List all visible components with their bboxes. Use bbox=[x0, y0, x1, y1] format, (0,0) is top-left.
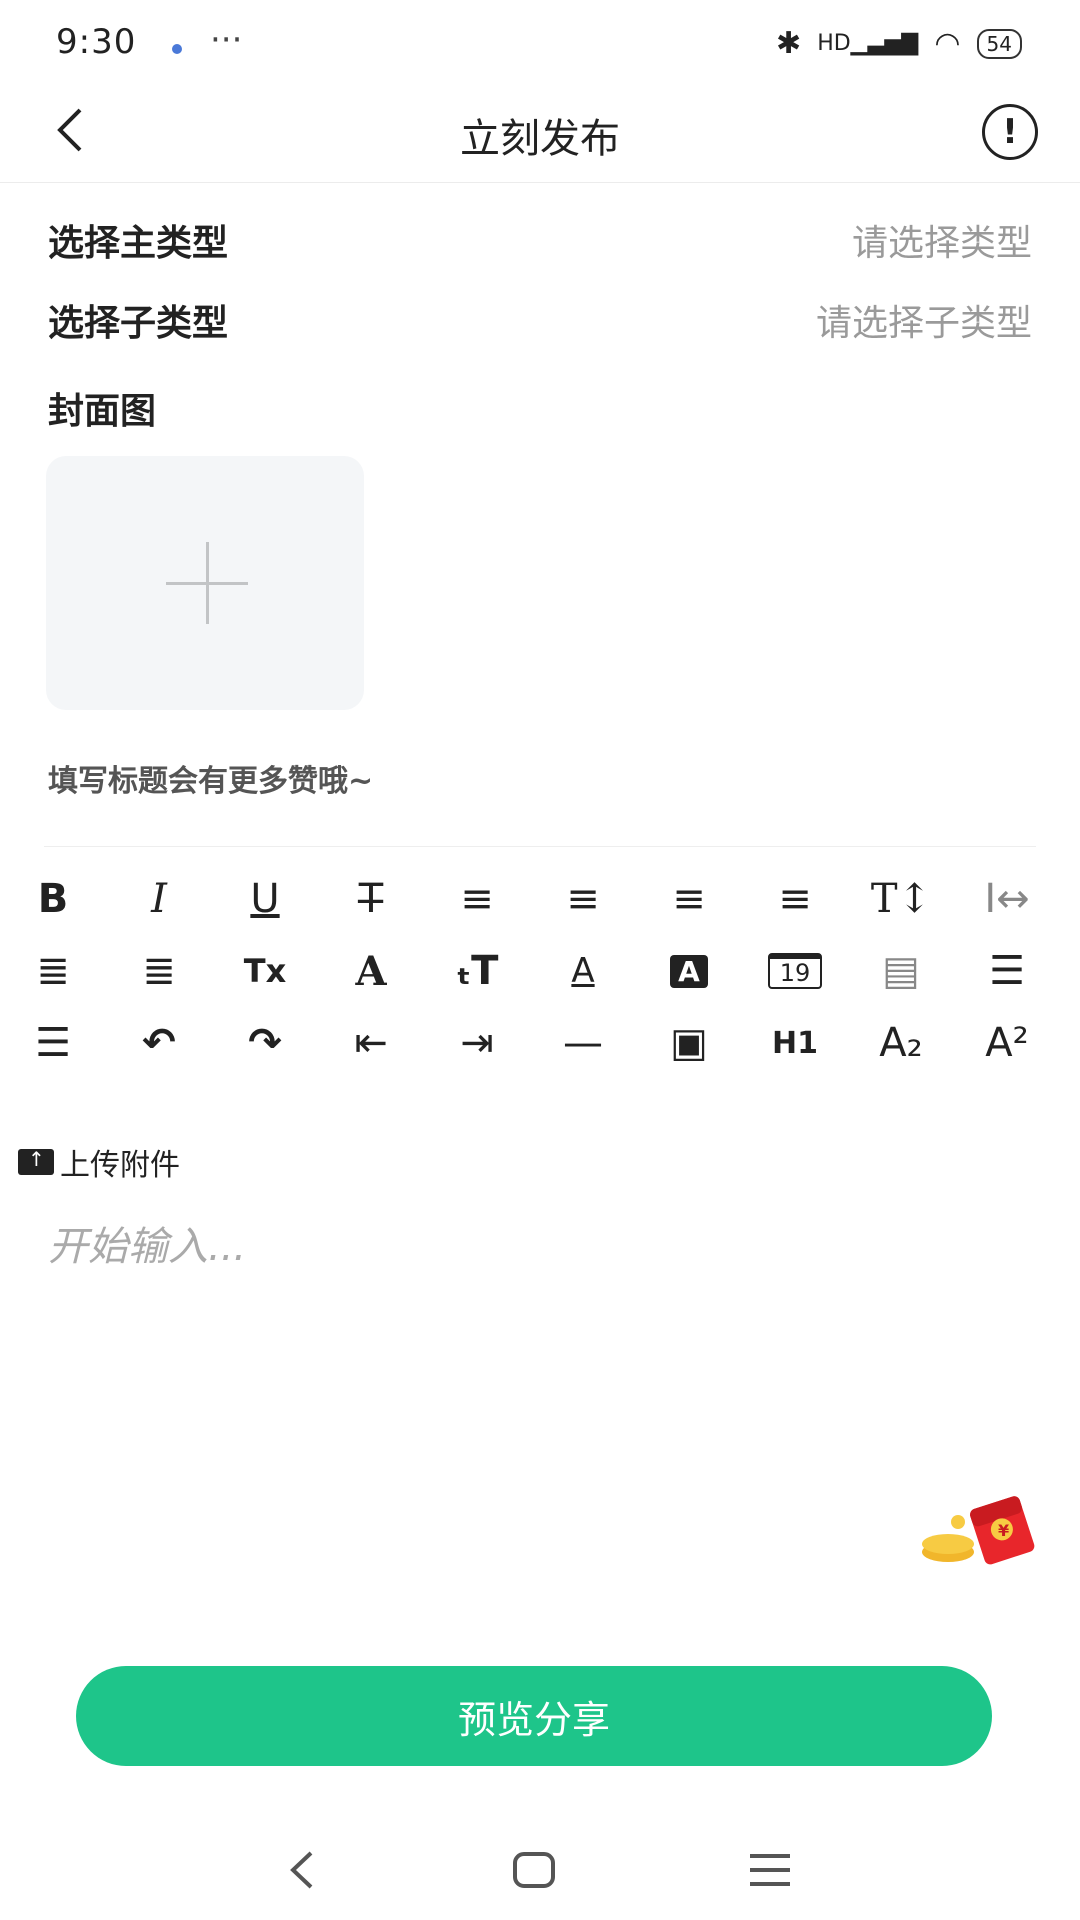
upload-folder-icon bbox=[18, 1147, 54, 1175]
horizontal-rule-icon[interactable]: — bbox=[530, 1002, 636, 1084]
strikethrough-icon[interactable]: T̶ bbox=[318, 858, 424, 940]
main-type-label: 选择主类型 bbox=[48, 223, 229, 264]
align-left-icon[interactable]: ≡ bbox=[424, 858, 530, 940]
bluetooth-icon: ✱ bbox=[776, 26, 802, 61]
battery-icon: 54 bbox=[976, 28, 1022, 59]
letter-spacing-icon[interactable]: I↔ bbox=[954, 858, 1060, 940]
nav-home-button[interactable] bbox=[494, 1830, 574, 1910]
redo-icon[interactable]: ↷ bbox=[212, 1002, 318, 1084]
upload-attachment-button[interactable]: 上传附件 bbox=[18, 1140, 180, 1184]
clipboard-icon[interactable]: ▤ bbox=[848, 930, 954, 1012]
align-center-icon[interactable]: ≡ bbox=[530, 858, 636, 940]
font-size-icon[interactable]: ₜT bbox=[424, 930, 530, 1012]
title-input[interactable]: 填写标题会有更多赞哦~ bbox=[48, 756, 373, 800]
underline-icon[interactable]: U bbox=[212, 858, 318, 940]
outdent-icon[interactable]: ⇤ bbox=[318, 1002, 424, 1084]
sub-type-label: 选择子类型 bbox=[48, 303, 229, 344]
background-color-icon[interactable]: A bbox=[636, 930, 742, 1012]
superscript-icon[interactable]: A² bbox=[954, 1002, 1060, 1084]
content-editor[interactable]: 开始输入... bbox=[48, 1214, 246, 1272]
font-color-icon[interactable]: A bbox=[530, 930, 636, 1012]
italic-icon[interactable]: I bbox=[106, 858, 212, 940]
align-justify-icon[interactable]: ≡ bbox=[742, 858, 848, 940]
nav-menu-icon bbox=[750, 1854, 790, 1886]
editor-toolbar: B I U T̶ ≡ ≡ ≡ ≡ T↕ I↔ ≣ ≣ Tx A ₜT A A 1… bbox=[0, 858, 1080, 1078]
red-packet-icon: ¥ bbox=[922, 1496, 1035, 1565]
red-packet-symbol: ¥ bbox=[998, 1521, 1009, 1540]
nav-back-icon bbox=[290, 1851, 313, 1889]
sub-type-select[interactable]: 请选择子类型 bbox=[816, 294, 1032, 346]
nav-menu-button[interactable] bbox=[730, 1830, 810, 1910]
ordered-list-icon[interactable]: ☰ bbox=[954, 930, 1060, 1012]
upload-attachment-label: 上传附件 bbox=[60, 1148, 180, 1183]
signal-icon: HD▁▃▅▇ bbox=[817, 31, 919, 56]
cover-upload-button[interactable] bbox=[46, 456, 364, 710]
font-family-icon[interactable]: A bbox=[318, 930, 424, 1012]
toolbar-row-1: B I U T̶ ≡ ≡ ≡ ≡ T↕ I↔ bbox=[0, 858, 1060, 940]
calendar-glyph: 19 bbox=[767, 953, 823, 989]
main-type-select[interactable]: 请选择类型 bbox=[852, 214, 1032, 266]
location-indicator-icon bbox=[172, 44, 182, 54]
red-packet-button[interactable]: ¥ bbox=[918, 1490, 1048, 1570]
toolbar-row-2: ≣ ≣ Tx A ₜT A A 19 ▤ ☰ bbox=[0, 930, 1060, 1012]
nav-back-button[interactable] bbox=[262, 1830, 342, 1910]
exclamation-icon: ! bbox=[1002, 112, 1018, 152]
toolbar-row-3: ☰ ↶ ↷ ⇤ ⇥ — ▣ H1 A₂ A² bbox=[0, 1002, 1060, 1084]
undo-icon[interactable]: ↶ bbox=[106, 1002, 212, 1084]
cover-label: 封面图 bbox=[48, 391, 157, 432]
status-icons: ✱ HD▁▃▅▇ ◠ 54 bbox=[776, 26, 1022, 61]
clear-format-icon[interactable]: Tx bbox=[212, 930, 318, 1012]
wifi-icon: ◠ bbox=[934, 26, 961, 61]
calendar-icon[interactable]: 19 bbox=[742, 930, 848, 1012]
page-title: 立刻发布 bbox=[460, 116, 620, 162]
network-type-label: HD bbox=[817, 31, 851, 56]
paragraph-spacing-top-icon[interactable]: ≣ bbox=[0, 930, 106, 1012]
insert-image-icon[interactable]: ▣ bbox=[636, 1002, 742, 1084]
paragraph-spacing-bottom-icon[interactable]: ≣ bbox=[106, 930, 212, 1012]
background-color-glyph: A bbox=[670, 954, 708, 988]
align-right-icon[interactable]: ≡ bbox=[636, 858, 742, 940]
subscript-icon[interactable]: A₂ bbox=[848, 1002, 954, 1084]
divider bbox=[44, 846, 1036, 847]
system-nav-bar bbox=[0, 1820, 1080, 1920]
bullet-list-icon[interactable]: ☰ bbox=[0, 1002, 106, 1084]
status-more-icon: ··· bbox=[210, 20, 243, 60]
preview-share-button[interactable]: 预览分享 bbox=[76, 1666, 992, 1766]
indent-icon[interactable]: ⇥ bbox=[424, 1002, 530, 1084]
status-time: 9:30 bbox=[56, 22, 137, 62]
line-height-icon[interactable]: T↕ bbox=[848, 858, 954, 940]
bold-icon[interactable]: B bbox=[0, 858, 106, 940]
info-button[interactable]: ! bbox=[982, 104, 1038, 160]
nav-home-icon bbox=[513, 1852, 555, 1888]
heading-icon[interactable]: H1 bbox=[742, 1002, 848, 1084]
app-header: 立刻发布 ! bbox=[0, 82, 1080, 183]
plus-icon-vertical bbox=[206, 542, 209, 624]
